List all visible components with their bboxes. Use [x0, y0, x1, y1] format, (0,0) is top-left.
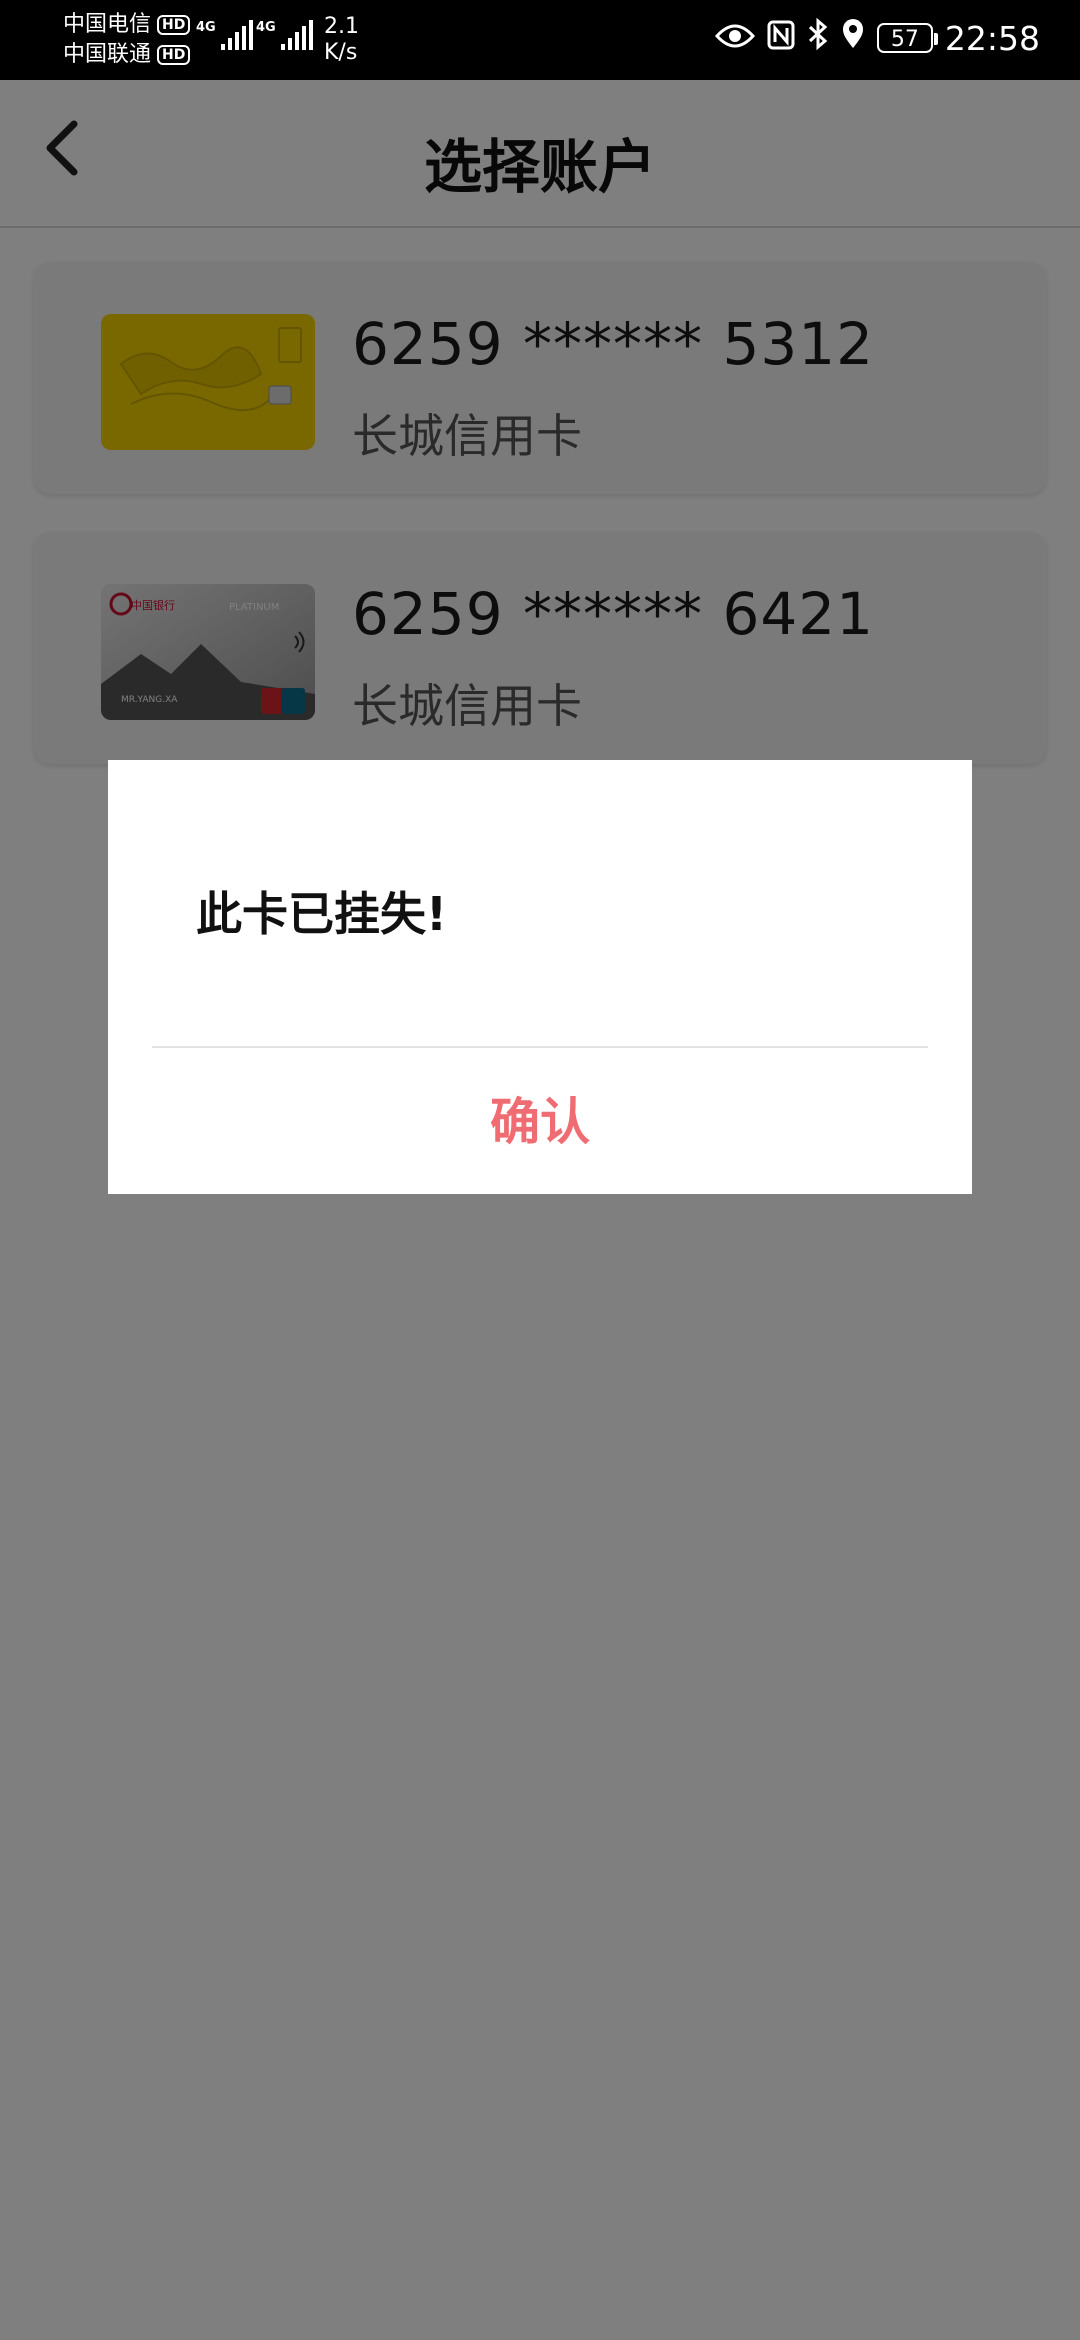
eye-icon: [714, 19, 755, 58]
dialog-divider: [152, 1046, 928, 1048]
modal-overlay[interactable]: [0, 80, 1080, 2340]
confirm-button[interactable]: 确认: [108, 1050, 972, 1194]
battery-icon: 57: [876, 23, 938, 53]
carrier-info: 中国电信 HD 中国联通 HD: [63, 10, 191, 70]
network-type-1: 4G: [196, 20, 216, 35]
carrier-1: 中国电信: [63, 12, 152, 37]
location-icon: [841, 18, 865, 58]
speed-unit: K/s: [324, 40, 358, 65]
hd-badge-2: HD: [157, 45, 191, 65]
signal-1-icon: 4G: [196, 20, 253, 50]
net-speed: 2.1 K/s: [324, 14, 359, 66]
nfc-icon: [767, 19, 795, 58]
dialog-message: 此卡已挂失!: [196, 887, 447, 941]
status-bar: 中国电信 HD 中国联通 HD 4G 4G 2.1 K/s 57 22:58: [0, 0, 1080, 80]
clock: 22:58: [944, 18, 1040, 58]
status-icons: 57 22:58: [714, 17, 1040, 58]
carrier-2: 中国联通: [63, 42, 152, 67]
network-type-2: 4G: [256, 20, 276, 35]
alert-dialog: 此卡已挂失! 确认: [108, 760, 972, 1194]
hd-badge-1: HD: [157, 15, 191, 35]
speed-value: 2.1: [324, 14, 359, 39]
signal-2-icon: 4G: [256, 20, 313, 50]
bluetooth-icon: [807, 17, 829, 58]
